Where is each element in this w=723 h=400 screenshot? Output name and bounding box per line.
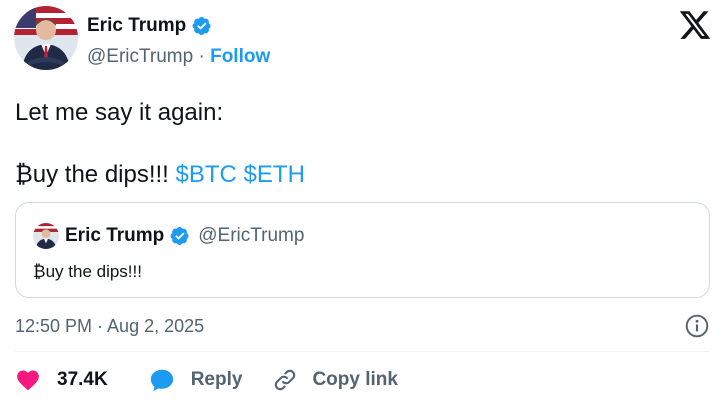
- link-icon: [275, 369, 296, 391]
- tweet-timestamp[interactable]: 12:50 PM · Aug 2, 2025: [15, 316, 204, 337]
- heart-icon: [17, 370, 39, 391]
- reply-label: Reply: [190, 369, 243, 390]
- action-bar: 37.4K Reply Copy link: [15, 364, 398, 396]
- handle-separator: ·: [198, 46, 205, 67]
- quoted-author-name: Eric Trump: [65, 225, 165, 246]
- author-name-text[interactable]: Eric Trump: [87, 15, 186, 37]
- copy-link-button[interactable]: Copy link: [272, 367, 398, 393]
- like-button[interactable]: 37.4K: [15, 367, 108, 393]
- like-count: 37.4K: [57, 369, 108, 390]
- verified-badge-icon: [170, 227, 189, 245]
- x-logo[interactable]: [678, 8, 712, 42]
- quoted-author-handle: @EricTrump: [198, 225, 305, 246]
- tweet-card: Eric Trump @EricTrump · Follow Let me sa…: [0, 0, 723, 400]
- author-name[interactable]: Eric Trump: [87, 15, 212, 37]
- verified-badge-icon: [192, 17, 211, 35]
- tweet-line: Let me say it again:: [15, 99, 224, 126]
- author-handle[interactable]: @EricTrump: [87, 46, 193, 67]
- follow-button[interactable]: Follow: [210, 46, 270, 67]
- quoted-tweet-text: ₿uy the dips!!!: [33, 262, 142, 281]
- info-icon[interactable]: [684, 313, 710, 339]
- tweet-line-text: ₿uy the dips!!!: [15, 161, 169, 188]
- author-handle-row: @EricTrump · Follow: [87, 46, 270, 68]
- speech-bubble-icon: [150, 369, 173, 392]
- copy-link-label: Copy link: [312, 369, 398, 390]
- quoted-tweet[interactable]: Eric Trump @EricTrump ₿uy the dips!!!: [15, 202, 710, 298]
- quoted-author: Eric Trump @EricTrump: [65, 225, 304, 247]
- tweet-line: ₿uy the dips!!! $BTC $ETH: [15, 159, 705, 190]
- divider: [15, 351, 710, 352]
- quoted-author-avatar[interactable]: [33, 223, 59, 249]
- cashtag-eth[interactable]: $ETH: [244, 161, 305, 188]
- reply-button[interactable]: Reply: [149, 367, 243, 393]
- tweet-text: Let me say it again: ₿uy the dips!!! $BT…: [15, 97, 705, 190]
- cashtag-btc[interactable]: $BTC: [176, 161, 237, 188]
- author-avatar[interactable]: [14, 6, 78, 70]
